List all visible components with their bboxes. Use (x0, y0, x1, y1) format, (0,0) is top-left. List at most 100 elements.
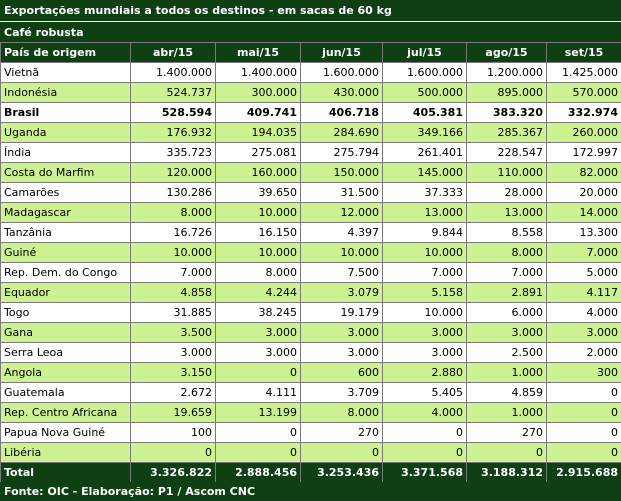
value-cell: 2.891 (466, 282, 547, 303)
value-cell: 1.000 (466, 402, 547, 423)
column-header: mai/15 (215, 42, 301, 63)
column-header: País de origem (0, 42, 131, 63)
value-cell: 160.000 (215, 162, 301, 183)
value-cell: 349.166 (382, 122, 467, 143)
country-cell: Uganda (0, 122, 131, 143)
table-title: Exportações mundiais a todos os destinos… (0, 0, 621, 21)
total-cell: 3.188.312 (466, 462, 547, 483)
value-cell: 13.000 (382, 202, 467, 223)
value-cell: 1.400.000 (130, 62, 216, 83)
value-cell: 0 (215, 362, 301, 383)
value-cell: 3.000 (466, 322, 547, 343)
table-row: Guiné 10.000 10.000 10.000 10.000 8.000 7.000 (0, 242, 621, 263)
value-cell: 3.079 (300, 282, 383, 303)
value-cell: 0 (546, 422, 621, 443)
value-cell: 0 (382, 442, 467, 463)
table-row: Indonésia 524.737 300.000 430.000 500.000 895… (0, 82, 621, 103)
table-row: Rep. Centro Africana 19.659 13.199 8.000 4.0… (0, 402, 621, 423)
value-cell: 13.199 (215, 402, 301, 423)
value-cell: 12.000 (300, 202, 383, 223)
value-cell: 0 (215, 442, 301, 463)
value-cell: 19.659 (130, 402, 216, 423)
value-cell: 332.974 (546, 102, 621, 123)
value-cell: 10.000 (300, 242, 383, 263)
value-cell: 3.000 (130, 342, 216, 363)
table-row: Gana 3.500 3.000 3.000 3.000 3.000 3.000 (0, 322, 621, 343)
value-cell: 3.000 (300, 322, 383, 343)
total-cell: 3.371.568 (382, 462, 467, 483)
column-header: jun/15 (300, 42, 383, 63)
value-cell: 524.737 (130, 82, 216, 103)
value-cell: 8.000 (466, 242, 547, 263)
value-cell: 8.000 (130, 202, 216, 223)
country-cell: Gana (0, 322, 131, 343)
value-cell: 0 (215, 422, 301, 443)
value-cell: 2.880 (382, 362, 467, 383)
country-cell: Guiné (0, 242, 131, 263)
value-cell: 19.179 (300, 302, 383, 323)
country-cell: Equador (0, 282, 131, 303)
country-cell: Rep. Dem. do Congo (0, 262, 131, 283)
table-row: Guatemala 2.672 4.111 3.709 5.405 4.859 0 (0, 382, 621, 403)
value-cell: 1.600.000 (300, 62, 383, 83)
value-cell: 1.400.000 (215, 62, 301, 83)
value-cell: 16.726 (130, 222, 216, 243)
header-row: País de origem abr/15 mai/15 jun/15 jul/… (0, 42, 621, 63)
value-cell: 3.500 (130, 322, 216, 343)
value-cell: 270 (466, 422, 547, 443)
value-cell: 1.600.000 (382, 62, 467, 83)
column-header: jul/15 (382, 42, 467, 63)
value-cell: 10.000 (215, 242, 301, 263)
country-cell: Brasil (0, 102, 131, 123)
country-cell: Rep. Centro Africana (0, 402, 131, 423)
value-cell: 176.932 (130, 122, 216, 143)
value-cell: 7.000 (466, 262, 547, 283)
total-cell: 3.326.822 (130, 462, 216, 483)
source-footer: Fonte: OIC - Elaboração: P1 / Ascom CNC (0, 482, 621, 501)
value-cell: 1.000 (466, 362, 547, 383)
value-cell: 275.081 (215, 142, 301, 163)
value-cell: 3.000 (300, 342, 383, 363)
value-cell: 409.741 (215, 102, 301, 123)
table-row: Rep. Dem. do Congo 7.000 8.000 7.500 7.000 7.… (0, 262, 621, 283)
total-row: Total 3.326.822 2.888.456 3.253.436 3.37… (0, 462, 621, 483)
value-cell: 406.718 (300, 102, 383, 123)
country-cell: Serra Leoa (0, 342, 131, 363)
value-cell: 1.425.000 (546, 62, 621, 83)
value-cell: 270 (300, 422, 383, 443)
value-cell: 2.500 (466, 342, 547, 363)
table-row: Uganda 176.932 194.035 284.690 349.166 285.36… (0, 122, 621, 143)
value-cell: 4.858 (130, 282, 216, 303)
table-row: Equador 4.858 4.244 3.079 5.158 2.891 4.117 (0, 282, 621, 303)
value-cell: 300 (546, 362, 621, 383)
country-cell: Madagascar (0, 202, 131, 223)
country-cell: Togo (0, 302, 131, 323)
value-cell: 7.000 (382, 262, 467, 283)
value-cell: 0 (546, 382, 621, 403)
value-cell: 31.885 (130, 302, 216, 323)
table-row: Brasil 528.594 409.741 406.718 405.381 383.32… (0, 102, 621, 123)
column-header: ago/15 (466, 42, 547, 63)
country-cell: Tanzânia (0, 222, 131, 243)
value-cell: 10.000 (215, 202, 301, 223)
value-cell: 228.547 (466, 142, 547, 163)
table-row: Costa do Marfim 120.000 160.000 150.000 145.… (0, 162, 621, 183)
value-cell: 8.558 (466, 222, 547, 243)
table-row: Vietnã 1.400.000 1.400.000 1.600.000 1.600.0… (0, 62, 621, 83)
value-cell: 285.367 (466, 122, 547, 143)
value-cell: 7.000 (130, 262, 216, 283)
value-cell: 895.000 (466, 82, 547, 103)
value-cell: 275.794 (300, 142, 383, 163)
country-cell: Indonésia (0, 82, 131, 103)
value-cell: 570.000 (546, 82, 621, 103)
value-cell: 528.594 (130, 102, 216, 123)
value-cell: 5.000 (546, 262, 621, 283)
table-row: Índia 335.723 275.081 275.794 261.401 228.547… (0, 142, 621, 163)
value-cell: 1.200.000 (466, 62, 547, 83)
country-cell: Guatemala (0, 382, 131, 403)
value-cell: 8.000 (300, 402, 383, 423)
table-row: Camarões 130.286 39.650 31.500 37.333 28.000 2… (0, 182, 621, 203)
value-cell: 0 (546, 442, 621, 463)
value-cell: 13.300 (546, 222, 621, 243)
country-cell: Libéria (0, 442, 131, 463)
